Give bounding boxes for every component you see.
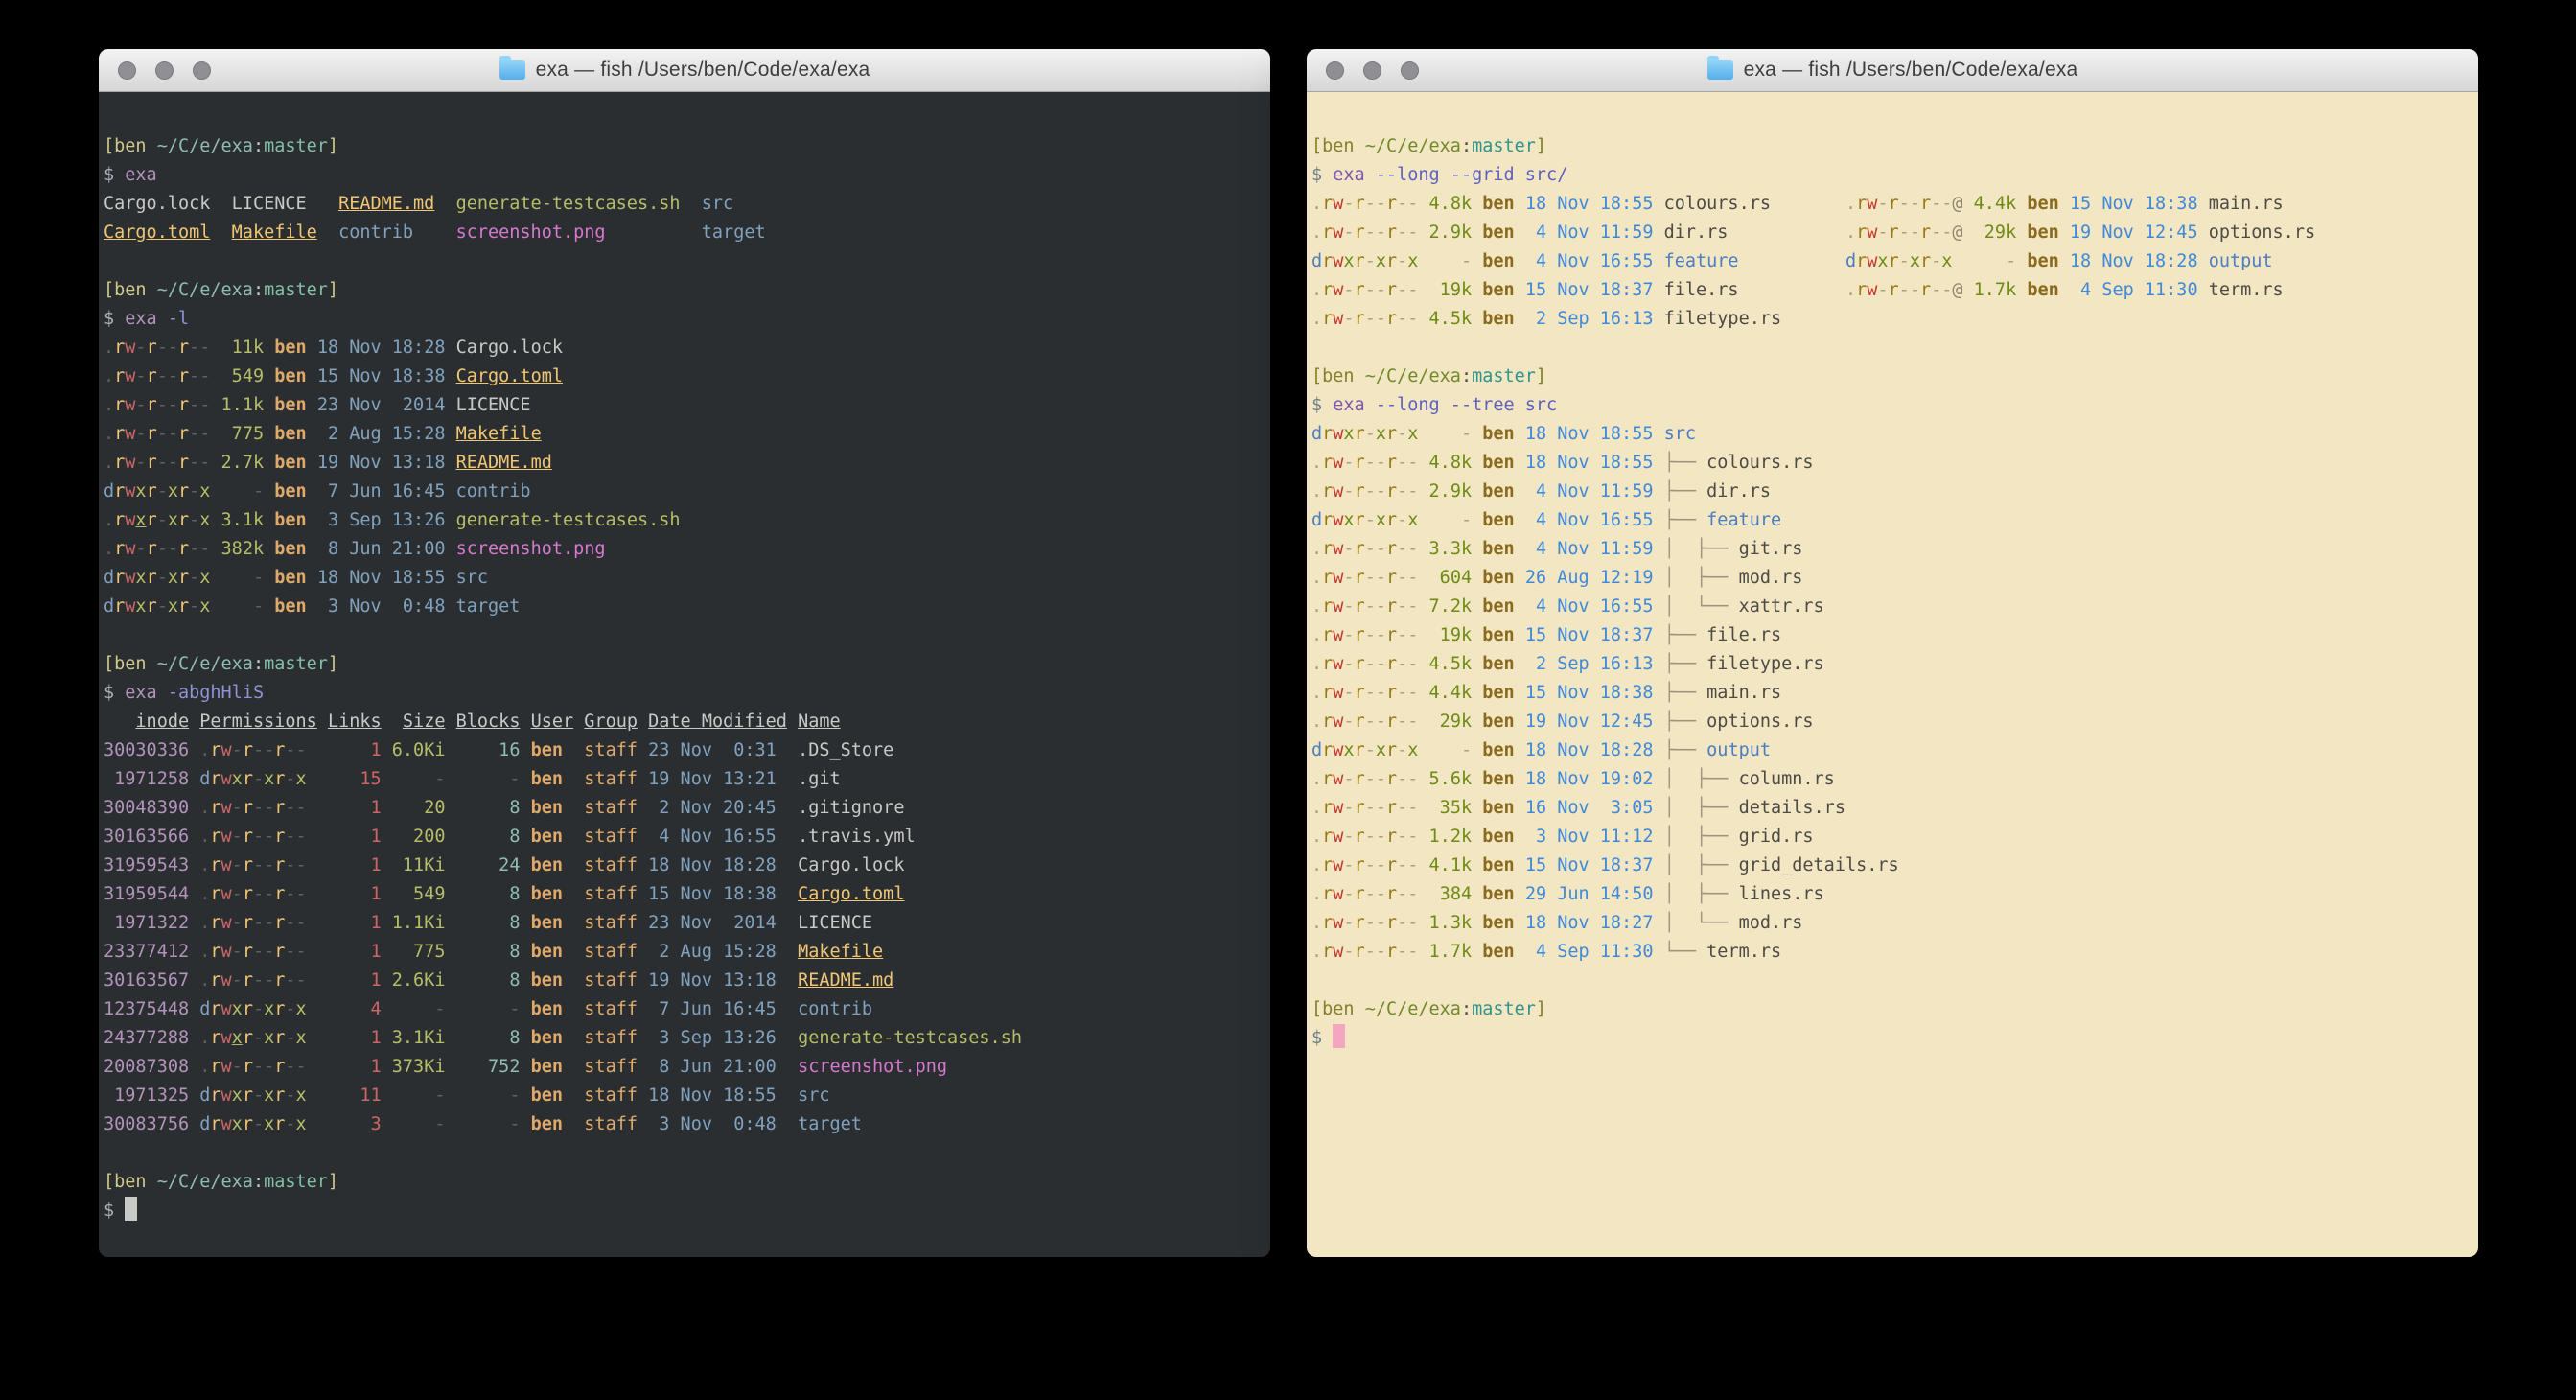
minimize-button[interactable]	[1363, 61, 1381, 80]
terminal-line: .rw-r--r-- 4.8k ben 18 Nov 18:55 ├── col…	[1311, 449, 2472, 478]
terminal-line: .rw-r--r-- 382k ben 8 Jun 21:00 screensh…	[104, 535, 1265, 564]
terminal-line: .rw-r--r-- 7.2k ben 4 Nov 16:55 │ └── xa…	[1311, 593, 2472, 621]
folder-icon	[1707, 60, 1733, 80]
zoom-button[interactable]	[193, 61, 211, 80]
terminal-line: 31959544 .rw-r--r-- 1 549 8 ben staff 15…	[104, 880, 1265, 909]
terminal-line: .rw-r--r-- 1.3k ben 18 Nov 18:27 │ └── m…	[1311, 909, 2472, 938]
terminal-line: .rw-r--r-- 5.6k ben 18 Nov 19:02 │ ├── c…	[1311, 765, 2472, 794]
terminal-line: 30163567 .rw-r--r-- 1 2.6Ki 8 ben staff …	[104, 967, 1265, 995]
terminal-line: drwxr-xr-x - ben 4 Nov 16:55 feature drw…	[1311, 247, 2472, 276]
terminal-line	[1311, 967, 2472, 995]
terminal-line: [ben ~/C/e/exa:master]	[104, 132, 1265, 161]
terminal-cursor	[125, 1197, 137, 1221]
window-controls	[1326, 49, 1419, 91]
terminal-line: drwxr-xr-x - ben 18 Nov 18:55 src	[1311, 420, 2472, 449]
terminal-line: .rw-r--r-- 19k ben 15 Nov 18:37 ├── file…	[1311, 621, 2472, 650]
terminal-line: .rw-r--r-- 11k ben 18 Nov 18:28 Cargo.lo…	[104, 334, 1265, 362]
terminal-line: .rw-r--r-- 2.9k ben 4 Nov 11:59 dir.rs .…	[1311, 219, 2472, 247]
terminal-line: [ben ~/C/e/exa:master]	[104, 1168, 1265, 1197]
terminal-line: [ben ~/C/e/exa:master]	[1311, 995, 2472, 1024]
terminal-line: .rwxr-xr-x 3.1k ben 3 Sep 13:26 generate…	[104, 506, 1265, 535]
zoom-button[interactable]	[1401, 61, 1419, 80]
window-title: exa — fish /Users/ben/Code/exa/exa	[499, 58, 870, 82]
close-button[interactable]	[1326, 61, 1344, 80]
terminal-line: Cargo.toml Makefile contrib screenshot.p…	[104, 219, 1265, 247]
terminal-line: .rw-r--r-- 4.1k ben 15 Nov 18:37 │ ├── g…	[1311, 852, 2472, 880]
terminal-line: .rw-r--r-- 3.3k ben 4 Nov 11:59 │ ├── gi…	[1311, 535, 2472, 564]
terminal-line: .rw-r--r-- 1.2k ben 3 Nov 11:12 │ ├── gr…	[1311, 823, 2472, 852]
terminal-line: .rw-r--r-- 775 ben 2 Aug 15:28 Makefile	[104, 420, 1265, 449]
left-terminal-window: exa — fish /Users/ben/Code/exa/exa [ben …	[99, 49, 1270, 1257]
terminal-line	[1311, 334, 2472, 362]
terminal-line: $ exa -abghHliS	[104, 679, 1265, 708]
terminal-line: [ben ~/C/e/exa:master]	[1311, 362, 2472, 391]
folder-icon	[499, 60, 525, 80]
terminal-line: $ exa	[104, 161, 1265, 190]
terminal-line: 30083756 drwxr-xr-x 3 - - ben staff 3 No…	[104, 1110, 1265, 1139]
terminal-line: 12375448 drwxr-xr-x 4 - - ben staff 7 Ju…	[104, 995, 1265, 1024]
terminal-line: .rw-r--r-- 4.8k ben 18 Nov 18:55 colours…	[1311, 190, 2472, 219]
right-terminal-content[interactable]: [ben ~/C/e/exa:master]$ exa --long --gri…	[1307, 92, 2478, 1257]
terminal-line: .rw-r--r-- 2.7k ben 19 Nov 13:18 README.…	[104, 449, 1265, 478]
terminal-line: drwxr-xr-x - ben 4 Nov 16:55 ├── feature	[1311, 506, 2472, 535]
terminal-line: 1971325 drwxr-xr-x 11 - - ben staff 18 N…	[104, 1082, 1265, 1110]
left-titlebar[interactable]: exa — fish /Users/ben/Code/exa/exa	[99, 49, 1270, 92]
terminal-line: .rw-r--r-- 1.7k ben 4 Sep 11:30 └── term…	[1311, 938, 2472, 967]
window-title-text: exa — fish /Users/ben/Code/exa/exa	[1744, 58, 2078, 82]
terminal-line: [ben ~/C/e/exa:master]	[104, 276, 1265, 305]
terminal-line: .rw-r--r-- 2.9k ben 4 Nov 11:59 ├── dir.…	[1311, 478, 2472, 506]
terminal-line	[104, 1139, 1265, 1168]
terminal-line: $ exa --long --tree src	[1311, 391, 2472, 420]
terminal-line: $ exa --long --grid src/	[1311, 161, 2472, 190]
terminal-line: drwxr-xr-x - ben 3 Nov 0:48 target	[104, 593, 1265, 621]
window-title-text: exa — fish /Users/ben/Code/exa/exa	[536, 58, 870, 82]
minimize-button[interactable]	[155, 61, 174, 80]
terminal-line: 31959543 .rw-r--r-- 1 11Ki 24 ben staff …	[104, 852, 1265, 880]
terminal-line	[104, 247, 1265, 276]
terminal-line: drwxr-xr-x - ben 18 Nov 18:28 ├── output	[1311, 736, 2472, 765]
terminal-line: 30163566 .rw-r--r-- 1 200 8 ben staff 4 …	[104, 823, 1265, 852]
terminal-line: .rw-r--r-- 549 ben 15 Nov 18:38 Cargo.to…	[104, 362, 1265, 391]
terminal-line: .rw-r--r-- 29k ben 19 Nov 12:45 ├── opti…	[1311, 708, 2472, 736]
terminal-line: .rw-r--r-- 384 ben 29 Jun 14:50 │ ├── li…	[1311, 880, 2472, 909]
terminal-line: $	[104, 1197, 1265, 1225]
terminal-cursor	[1333, 1024, 1345, 1048]
left-terminal-content[interactable]: [ben ~/C/e/exa:master]$ exaCargo.lock LI…	[99, 92, 1270, 1257]
terminal-line: 30048390 .rw-r--r-- 1 20 8 ben staff 2 N…	[104, 794, 1265, 823]
window-controls	[118, 49, 211, 91]
terminal-line	[104, 621, 1265, 650]
terminal-line: .rw-r--r-- 604 ben 26 Aug 12:19 │ ├── mo…	[1311, 564, 2472, 593]
terminal-line: 20087308 .rw-r--r-- 1 373Ki 752 ben staf…	[104, 1053, 1265, 1082]
terminal-line: 1971258 drwxr-xr-x 15 - - ben staff 19 N…	[104, 765, 1265, 794]
terminal-line: drwxr-xr-x - ben 7 Jun 16:45 contrib	[104, 478, 1265, 506]
terminal-line: .rw-r--r-- 1.1k ben 23 Nov 2014 LICENCE	[104, 391, 1265, 420]
terminal-line: [ben ~/C/e/exa:master]	[1311, 132, 2472, 161]
terminal-line: 1971322 .rw-r--r-- 1 1.1Ki 8 ben staff 2…	[104, 909, 1265, 938]
right-titlebar[interactable]: exa — fish /Users/ben/Code/exa/exa	[1307, 49, 2478, 92]
terminal-line: $ exa -l	[104, 305, 1265, 334]
terminal-line: .rw-r--r-- 4.4k ben 15 Nov 18:38 ├── mai…	[1311, 679, 2472, 708]
terminal-line: 23377412 .rw-r--r-- 1 775 8 ben staff 2 …	[104, 938, 1265, 967]
terminal-line: .rw-r--r-- 4.5k ben 2 Sep 16:13 ├── file…	[1311, 650, 2472, 679]
terminal-line: .rw-r--r-- 4.5k ben 2 Sep 16:13 filetype…	[1311, 305, 2472, 334]
terminal-line: .rw-r--r-- 35k ben 16 Nov 3:05 │ ├── det…	[1311, 794, 2472, 823]
terminal-line: inode Permissions Links Size Blocks User…	[104, 708, 1265, 736]
terminal-line: $	[1311, 1024, 2472, 1053]
right-terminal-window: exa — fish /Users/ben/Code/exa/exa [ben …	[1307, 49, 2478, 1257]
terminal-line: Cargo.lock LICENCE README.md generate-te…	[104, 190, 1265, 219]
close-button[interactable]	[118, 61, 136, 80]
terminal-line: [ben ~/C/e/exa:master]	[104, 650, 1265, 679]
terminal-line: drwxr-xr-x - ben 18 Nov 18:55 src	[104, 564, 1265, 593]
terminal-line: 30030336 .rw-r--r-- 1 6.0Ki 16 ben staff…	[104, 736, 1265, 765]
terminal-line: 24377288 .rwxr-xr-x 1 3.1Ki 8 ben staff …	[104, 1024, 1265, 1053]
terminal-line: .rw-r--r-- 19k ben 15 Nov 18:37 file.rs …	[1311, 276, 2472, 305]
window-title: exa — fish /Users/ben/Code/exa/exa	[1707, 58, 2078, 82]
